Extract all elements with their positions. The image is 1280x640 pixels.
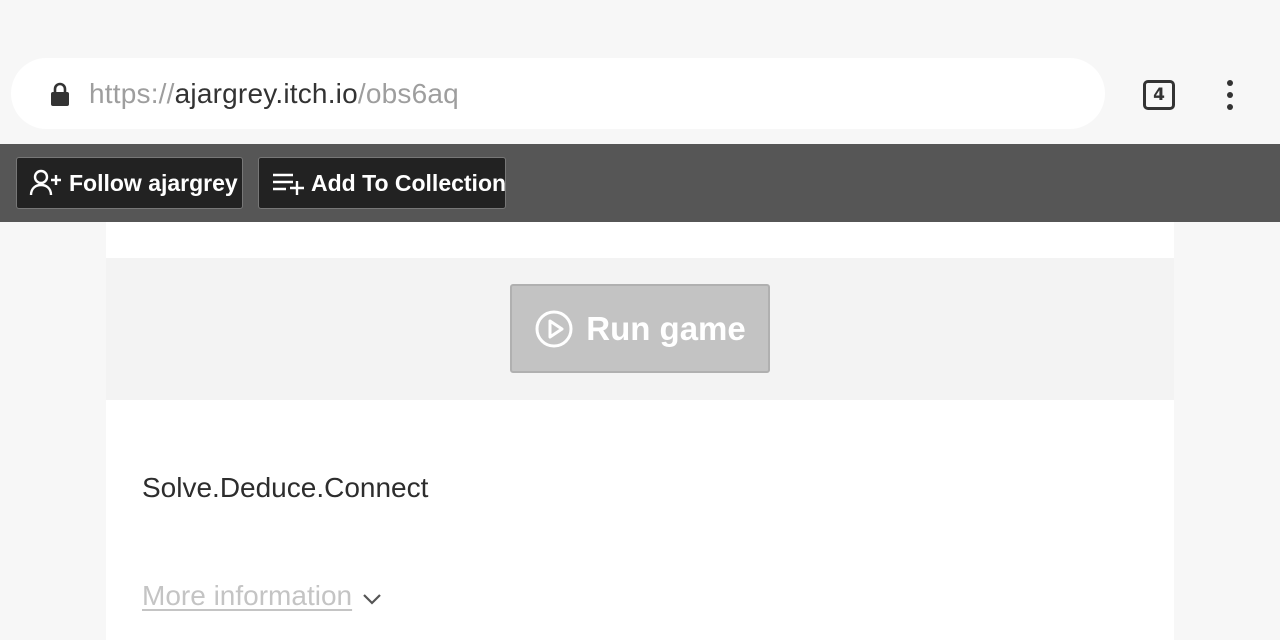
address-bar[interactable]: https://ajargrey.itch.io/obs6aq [11,58,1105,129]
add-to-collection-button[interactable]: Add To Collection [258,157,506,209]
playlist-add-icon [273,173,304,195]
more-information-link[interactable]: More information [142,580,352,612]
collection-label: Add To Collection [311,169,507,196]
more-information-toggle[interactable]: More information [142,580,382,612]
kebab-menu-icon[interactable] [1216,78,1244,112]
url-host: ajargrey.itch.io [174,78,358,109]
url-text[interactable]: https://ajargrey.itch.io/obs6aq [89,77,459,111]
url-path: /obs6aq [357,78,459,109]
game-page-card: Run game Solve.Deduce.Connect More infor… [106,222,1174,640]
user-plus-icon [29,169,61,196]
menu-dot [1227,92,1233,98]
itch-user-bar: Follow ajargrey Add To Collection [0,144,1280,222]
play-circle-icon [535,310,573,347]
chevron-down-icon [363,594,381,605]
game-tagline: Solve.Deduce.Connect [142,472,429,503]
url-scheme: https:// [89,78,175,109]
game-embed-area: Run game [106,258,1174,400]
tab-count: 4 [1153,85,1165,105]
menu-dot [1227,104,1233,110]
run-game-button[interactable]: Run game [510,284,770,373]
status-bar [0,0,1280,44]
tabs-button[interactable]: 4 [1143,80,1175,110]
follow-button[interactable]: Follow ajargrey [16,157,243,209]
run-game-label: Run game [586,309,746,347]
menu-dot [1227,80,1233,86]
lock-icon [51,82,69,106]
follow-label: Follow ajargrey [69,169,238,196]
